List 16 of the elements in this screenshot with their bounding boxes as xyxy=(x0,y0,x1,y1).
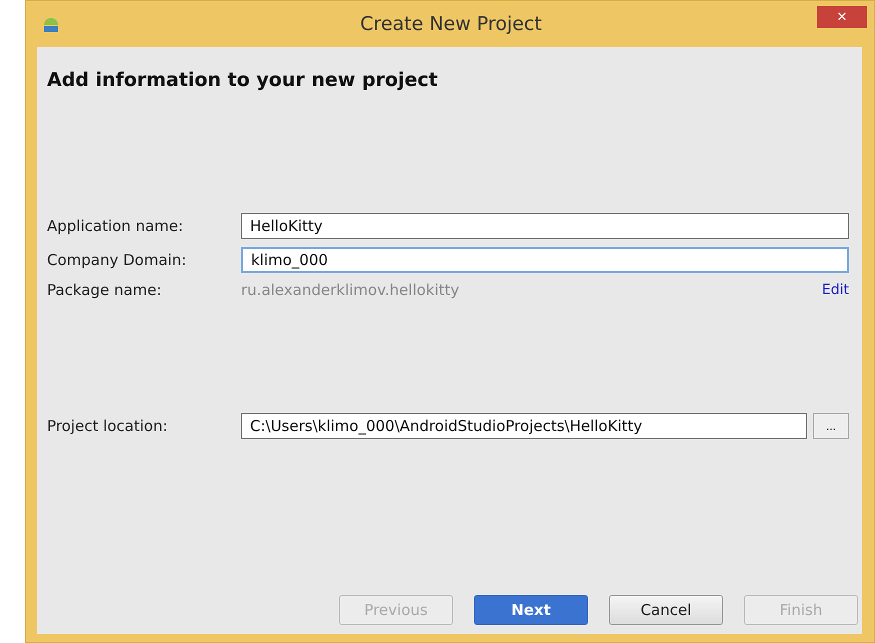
edit-link[interactable]: Edit xyxy=(822,282,849,298)
input-field[interactable]: klimo_000 xyxy=(241,247,849,273)
field-label: Application name: xyxy=(47,217,184,235)
input-field[interactable]: HelloKitty xyxy=(241,213,849,239)
field-label: Project location: xyxy=(47,417,169,435)
field-label: Package name: xyxy=(47,281,163,299)
field-label: Company Domain: xyxy=(47,251,188,269)
input-field[interactable]: C:\Users\klimo_000\AndroidStudioProjects\HelloKitty xyxy=(241,413,807,439)
page-heading: Add information to your new project xyxy=(47,69,439,91)
package-name: ru.alexanderklimov.hellokitty xyxy=(241,281,460,299)
browse-button[interactable]: ... xyxy=(813,413,849,439)
close-button[interactable]: × xyxy=(817,6,867,28)
android-icon xyxy=(42,15,60,33)
dialog-button[interactable]: Cancel xyxy=(609,595,723,625)
window-title: Create New Project xyxy=(360,13,542,35)
default-button[interactable]: Next xyxy=(474,595,588,625)
